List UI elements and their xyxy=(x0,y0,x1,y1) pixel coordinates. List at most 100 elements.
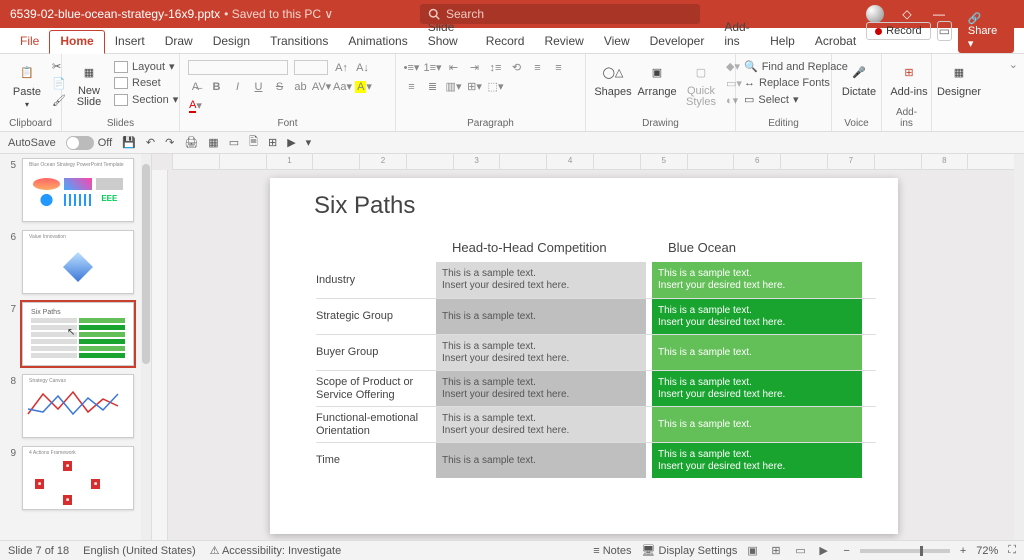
text-direction-button[interactable]: ⟲ xyxy=(509,60,524,75)
cell-competition[interactable]: This is a sample text.Insert your desire… xyxy=(436,371,646,406)
col-header-blueocean[interactable]: Blue Ocean xyxy=(668,240,736,255)
qat-icon-4[interactable]: 🗎 xyxy=(249,133,258,152)
bold-button[interactable]: B xyxy=(209,79,224,94)
fit-window-button[interactable]: ⛶ xyxy=(1008,544,1016,557)
autosave-toggle[interactable] xyxy=(66,136,94,150)
cell-competition[interactable]: This is a sample text.Insert your desire… xyxy=(436,335,646,370)
reading-view-button[interactable]: ▭ xyxy=(795,544,809,558)
paste-button[interactable]: 📋 Paste▾ xyxy=(8,60,46,109)
tab-help[interactable]: Help xyxy=(760,30,805,53)
notes-button[interactable]: ≡ Notes xyxy=(593,545,631,557)
new-slide-button[interactable]: ▦ New Slide xyxy=(70,60,108,108)
sorter-view-button[interactable]: ⊞ xyxy=(771,544,785,558)
section-button[interactable]: Section ▾ xyxy=(114,93,178,106)
thumb-slide-5[interactable]: Blue Ocean Strategy PowerPoint Template … xyxy=(22,158,134,222)
numbering-button[interactable]: 1≡▾ xyxy=(425,60,440,75)
cell-blueocean[interactable]: This is a sample text.Insert your desire… xyxy=(652,299,862,334)
zoom-value[interactable]: 72% xyxy=(976,545,998,557)
cell-blueocean[interactable]: This is a sample text. xyxy=(652,407,862,442)
tab-view[interactable]: View xyxy=(594,30,640,53)
tab-developer[interactable]: Developer xyxy=(640,30,715,53)
cell-competition[interactable]: This is a sample text.Insert your desire… xyxy=(436,262,646,298)
clear-format-button[interactable]: A̶ xyxy=(188,79,203,94)
tab-animations[interactable]: Animations xyxy=(338,30,417,53)
tab-transitions[interactable]: Transitions xyxy=(260,30,338,53)
cell-blueocean[interactable]: This is a sample text.Insert your desire… xyxy=(652,371,862,406)
highlight-button[interactable]: A▾ xyxy=(356,79,371,94)
cell-blueocean[interactable]: This is a sample text.Insert your desire… xyxy=(652,262,862,298)
cell-blueocean[interactable]: This is a sample text.Insert your desire… xyxy=(652,443,862,478)
zoom-slider[interactable] xyxy=(860,549,950,553)
tab-review[interactable]: Review xyxy=(534,30,593,53)
indent-decrease-button[interactable]: ⇤ xyxy=(446,60,461,75)
cell-competition[interactable]: This is a sample text. xyxy=(436,443,646,478)
collapse-ribbon-button[interactable]: ⌄ xyxy=(1003,54,1024,131)
justify-button[interactable]: ≣ xyxy=(425,79,440,94)
reset-button[interactable]: Reset xyxy=(114,77,178,89)
tab-design[interactable]: Design xyxy=(203,30,260,53)
line-spacing-button[interactable]: ↕≡ xyxy=(488,60,503,75)
record-button[interactable]: Record xyxy=(866,22,930,40)
arrange-button[interactable]: ▣Arrange xyxy=(638,60,676,98)
table-row[interactable]: Buyer GroupThis is a sample text.Insert … xyxy=(316,334,876,370)
six-paths-table[interactable]: IndustryThis is a sample text.Insert you… xyxy=(316,262,876,478)
zoom-out-button[interactable]: − xyxy=(843,545,849,557)
zoom-in-button[interactable]: + xyxy=(960,545,966,557)
qat-icon-5[interactable]: ⊞ xyxy=(268,136,277,149)
indent-increase-button[interactable]: ⇥ xyxy=(467,60,482,75)
slide-counter[interactable]: Slide 7 of 18 xyxy=(8,545,69,557)
thumb-slide-7[interactable]: Six Paths ↖ xyxy=(22,302,134,366)
table-row[interactable]: Functional-emotional OrientationThis is … xyxy=(316,406,876,442)
thumb-slide-8[interactable]: Strategy Canvas xyxy=(22,374,134,438)
table-row[interactable]: TimeThis is a sample text.This is a samp… xyxy=(316,442,876,478)
quick-styles-button[interactable]: ▢Quick Styles xyxy=(682,60,720,108)
accessibility-status[interactable]: ⚠ Accessibility: Investigate xyxy=(210,544,342,557)
addins-button[interactable]: ⊞Add-ins xyxy=(890,60,928,98)
redo-button[interactable]: ↷ xyxy=(165,136,174,149)
shape-outline-button[interactable]: ▭▾ xyxy=(726,77,742,90)
tab-acrobat[interactable]: Acrobat xyxy=(805,30,866,53)
slideshow-view-button[interactable]: ▶ xyxy=(819,544,833,558)
thumb-slide-9[interactable]: 4 Actions Framework ■ ■ ■ ■ xyxy=(22,446,134,510)
qat-more[interactable]: ▾ xyxy=(306,136,312,149)
font-size-select[interactable] xyxy=(294,60,328,75)
table-row[interactable]: Scope of Product or Service OfferingThis… xyxy=(316,370,876,406)
normal-view-button[interactable]: ▣ xyxy=(747,544,761,558)
row-label[interactable]: Industry xyxy=(316,262,436,298)
align-left-button[interactable]: ≡ xyxy=(530,60,545,75)
undo-button[interactable]: ↶ xyxy=(146,136,155,149)
qat-icon-6[interactable]: ▶ xyxy=(287,136,295,149)
row-label[interactable]: Strategic Group xyxy=(316,299,436,334)
share-button[interactable]: 🔗 Share ▾ xyxy=(958,9,1014,53)
align-text-button[interactable]: ⊞▾ xyxy=(467,79,482,94)
align-center-button[interactable]: ≡ xyxy=(551,60,566,75)
qat-icon-1[interactable]: 🖨 xyxy=(184,136,198,149)
row-label[interactable]: Time xyxy=(316,443,436,478)
smartart-button[interactable]: ⬚▾ xyxy=(488,79,503,94)
slide-canvas[interactable]: 12345678 Six Paths Head-to-Head Competit… xyxy=(152,154,1014,540)
canvas-scrollbar[interactable] xyxy=(1014,154,1024,540)
mode-switch-button[interactable]: ▭ xyxy=(937,21,952,41)
italic-button[interactable]: I xyxy=(230,79,245,94)
language-status[interactable]: English (United States) xyxy=(83,545,196,557)
cell-competition[interactable]: This is a sample text.Insert your desire… xyxy=(436,407,646,442)
tab-addins[interactable]: Add-ins xyxy=(714,16,760,53)
qat-icon-2[interactable]: ▦ xyxy=(208,136,218,149)
shape-effects-button[interactable]: ◐▾ xyxy=(726,94,742,107)
col-header-competition[interactable]: Head-to-Head Competition xyxy=(452,240,607,255)
tab-file[interactable]: File xyxy=(10,30,49,53)
shape-fill-button[interactable]: ◆▾ xyxy=(726,60,742,73)
slide[interactable]: Six Paths Head-to-Head Competition Blue … xyxy=(270,178,898,534)
align-right-button[interactable]: ≡ xyxy=(404,79,419,94)
row-label[interactable]: Functional-emotional Orientation xyxy=(316,407,436,442)
row-label[interactable]: Buyer Group xyxy=(316,335,436,370)
cell-blueocean[interactable]: This is a sample text. xyxy=(652,335,862,370)
tab-record[interactable]: Record xyxy=(476,30,535,53)
underline-button[interactable]: U xyxy=(251,79,266,94)
qat-icon-3[interactable]: ▭ xyxy=(229,136,239,149)
columns-button[interactable]: ▥▾ xyxy=(446,79,461,94)
decrease-font-button[interactable]: A↓ xyxy=(355,60,370,75)
cell-competition[interactable]: This is a sample text. xyxy=(436,299,646,334)
shapes-button[interactable]: ◯△Shapes xyxy=(594,60,632,98)
bullets-button[interactable]: •≡▾ xyxy=(404,60,419,75)
